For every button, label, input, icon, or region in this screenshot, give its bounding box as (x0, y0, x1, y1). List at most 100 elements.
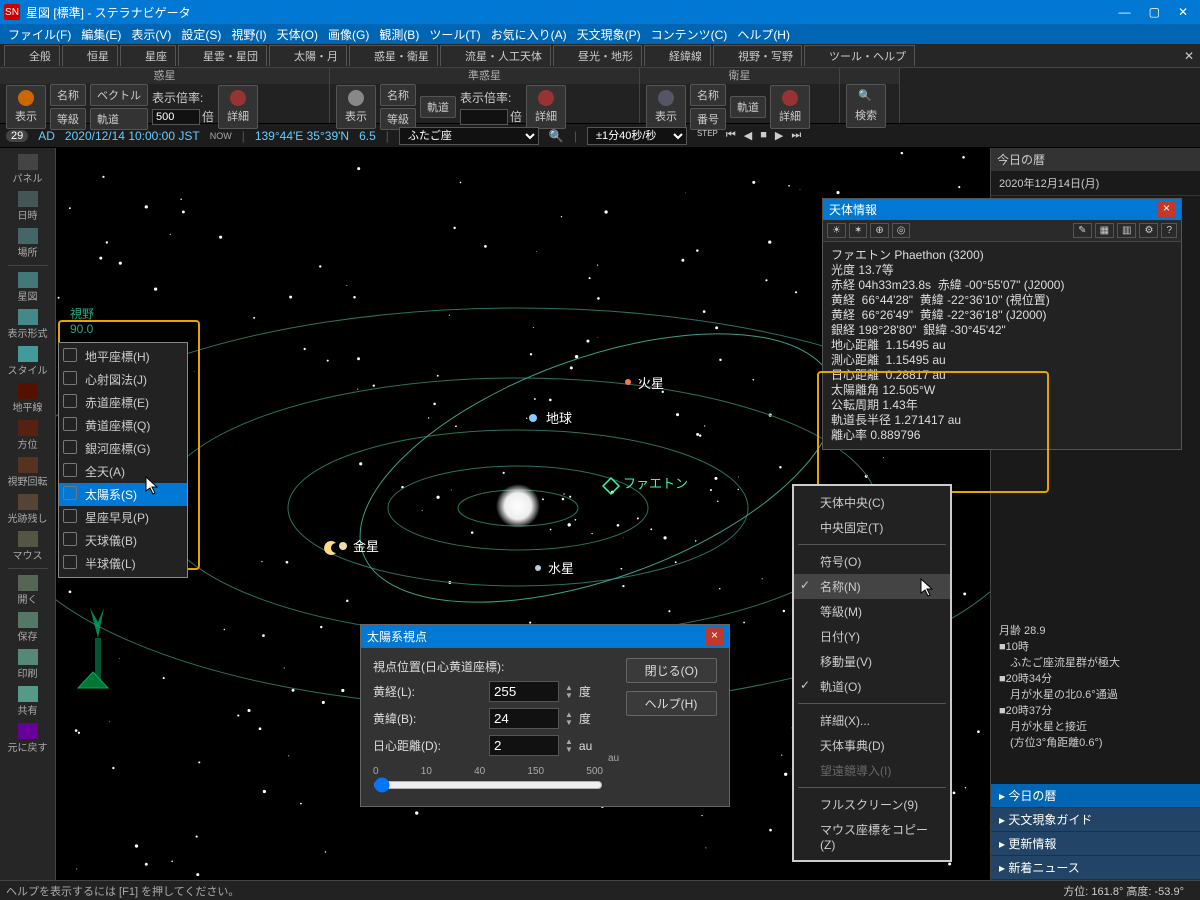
lon-input[interactable] (489, 681, 559, 702)
number-toggle[interactable]: 番号 (690, 108, 726, 130)
info-tool-icon[interactable]: ✶ (849, 223, 867, 238)
leftpanel-button[interactable]: 元に戻す (5, 721, 51, 756)
leftpanel-button[interactable]: パネル (5, 152, 51, 187)
show-button-3[interactable]: 表示 (646, 85, 686, 129)
category-tab[interactable]: ツール・ヘルプ (804, 45, 915, 66)
stop-icon[interactable]: ■ (760, 129, 767, 142)
projection-menu-item[interactable]: 銀河座標(G) (59, 437, 187, 460)
menu-item[interactable]: 観測(B) (375, 26, 423, 43)
context-menu-item[interactable]: ✓軌道(O) (794, 674, 950, 699)
menu-item[interactable]: 天文現象(P) (573, 26, 645, 43)
solar-system-viewpoint-dialog[interactable]: 太陽系視点× 視点位置(日心黄道座標): 黄経(L):▲▼度 黄緯(B):▲▼度… (360, 624, 730, 807)
category-tab[interactable]: 星雲・星団 (178, 45, 267, 66)
menu-item[interactable]: 設定(S) (177, 26, 225, 43)
projection-menu-item[interactable]: 太陽系(S) (59, 483, 187, 506)
datetime-display[interactable]: 2020/12/14 10:00:00 JST (65, 129, 200, 143)
info-tool-icon[interactable]: ✎ (1073, 223, 1091, 238)
projection-menu-item[interactable]: 星座早見(P) (59, 506, 187, 529)
detail-button[interactable]: 詳細 (218, 85, 258, 129)
context-menu-item[interactable]: 等級(M) (794, 599, 950, 624)
search-icon[interactable]: 🔍 (549, 129, 564, 143)
category-tab[interactable]: 星座 (120, 45, 176, 66)
menu-item[interactable]: 天体(O) (273, 26, 322, 43)
info-tool-icon[interactable]: ▥ (1117, 223, 1136, 238)
search-button[interactable]: 🔍検索 (846, 84, 886, 128)
context-menu-item[interactable]: マウス座標をコピー(Z) (794, 817, 950, 856)
leftpanel-button[interactable]: 日時 (5, 189, 51, 224)
mag-toggle[interactable]: 等級 (50, 108, 86, 130)
category-tab[interactable]: 視野・写野 (713, 45, 802, 66)
leftpanel-button[interactable]: 場所 (5, 226, 51, 261)
play-icon[interactable]: ▶ (775, 129, 783, 142)
leftpanel-button[interactable]: 保存 (5, 610, 51, 645)
category-tab[interactable]: 流星・人工天体 (440, 45, 551, 66)
detail-button-3[interactable]: 詳細 (770, 85, 810, 129)
projection-menu-item[interactable]: 天球儀(B) (59, 529, 187, 552)
constellation-select[interactable]: ふたご座 (399, 127, 539, 145)
ffwd-icon[interactable]: ⏭ (791, 129, 801, 142)
menu-item[interactable]: 編集(E) (77, 26, 125, 43)
menu-item[interactable]: 画像(G) (324, 26, 373, 43)
display-context-menu[interactable]: 天体中央(C)中央固定(T)符号(O)✓名称(N)等級(M)日付(Y)移動量(V… (792, 484, 952, 862)
prev-icon[interactable]: ◀ (744, 129, 752, 142)
projection-menu-item[interactable]: 全天(A) (59, 460, 187, 483)
now-button[interactable]: NOW (210, 131, 232, 141)
sidebar-link[interactable]: ▸ 今日の暦 (991, 784, 1200, 808)
leftpanel-button[interactable]: 表示形式 (5, 307, 51, 342)
dist-slider[interactable] (373, 777, 603, 793)
leftpanel-button[interactable]: 地平線 (5, 381, 51, 416)
info-tool-icon[interactable]: ? (1161, 223, 1177, 238)
vector-toggle[interactable]: ベクトル (90, 84, 148, 106)
scale-input-2[interactable] (460, 109, 508, 125)
info-tool-icon[interactable]: ☀ (827, 223, 846, 238)
step-icon[interactable]: STEP (697, 129, 718, 142)
show-button[interactable]: 表示 (6, 85, 46, 129)
object-info-window[interactable]: 天体情報× ☀ ✶ ⊕ ◎ ✎ ▦ ▥ ⚙ ? ファエトン Phaethon (… (822, 198, 1182, 450)
info-tool-icon[interactable]: ⚙ (1139, 223, 1158, 238)
leftpanel-button[interactable]: 星図 (5, 270, 51, 305)
info-tool-icon[interactable]: ▦ (1095, 223, 1114, 238)
maximize-button[interactable]: ▢ (1149, 5, 1160, 19)
context-menu-item[interactable]: フルスクリーン(9) (794, 792, 950, 817)
info-close-icon[interactable]: × (1158, 201, 1175, 218)
leftpanel-button[interactable]: 光跡残し (5, 492, 51, 527)
info-tool-icon[interactable]: ◎ (892, 223, 911, 238)
detail-button-2[interactable]: 詳細 (526, 85, 566, 129)
projection-menu-item[interactable]: 心射図法(J) (59, 368, 187, 391)
sidebar-link[interactable]: ▸ 更新情報 (991, 832, 1200, 856)
category-tab[interactable]: 昼光・地形 (553, 45, 642, 66)
context-menu-item[interactable]: 中央固定(T) (794, 515, 950, 540)
context-menu-item[interactable]: ✓名称(N) (794, 574, 950, 599)
dlg-close-icon[interactable]: × (706, 628, 723, 645)
dist-input[interactable] (489, 735, 559, 756)
close-button[interactable]: ✕ (1178, 5, 1188, 19)
lonlat-display[interactable]: 139°44'E 35°39'N (255, 129, 349, 143)
sidebar-link[interactable]: ▸ 天文現象ガイド (991, 808, 1200, 832)
leftpanel-button[interactable]: マウス (5, 529, 51, 564)
menu-item[interactable]: コンテンツ(C) (647, 26, 732, 43)
category-tab[interactable]: 惑星・衛星 (349, 45, 438, 66)
lat-input[interactable] (489, 708, 559, 729)
context-menu-item[interactable]: 符号(O) (794, 549, 950, 574)
context-menu-item[interactable]: 天体事典(D) (794, 733, 950, 758)
projection-menu-item[interactable]: 黄道座標(Q) (59, 414, 187, 437)
menu-item[interactable]: ファイル(F) (4, 26, 75, 43)
orbit-toggle-3[interactable]: 軌道 (730, 96, 766, 118)
rewind-icon[interactable]: ⏮ (726, 129, 736, 142)
leftpanel-button[interactable]: 共有 (5, 684, 51, 719)
projection-menu[interactable]: 地平座標(H)心射図法(J)赤道座標(E)黄道座標(Q)銀河座標(G)全天(A)… (58, 342, 188, 578)
step-select[interactable]: ±1分40秒/秒 (587, 127, 687, 145)
scale-input[interactable] (152, 109, 200, 125)
projection-menu-item[interactable]: 半球儀(L) (59, 552, 187, 575)
fov-display[interactable]: 6.5 (359, 129, 376, 143)
projection-menu-item[interactable]: 地平座標(H) (59, 345, 187, 368)
category-tab[interactable]: 全般 (4, 45, 60, 66)
cycle-badge[interactable]: 29 (6, 130, 28, 142)
menu-item[interactable]: ツール(T) (425, 26, 484, 43)
category-tab[interactable]: 恒星 (62, 45, 118, 66)
show-button-2[interactable]: 表示 (336, 85, 376, 129)
spin-down-icon[interactable]: ▼ (565, 692, 573, 700)
leftpanel-button[interactable]: 方位 (5, 418, 51, 453)
context-menu-item[interactable]: 日付(Y) (794, 624, 950, 649)
tabbar-close-icon[interactable]: ✕ (1184, 49, 1194, 63)
